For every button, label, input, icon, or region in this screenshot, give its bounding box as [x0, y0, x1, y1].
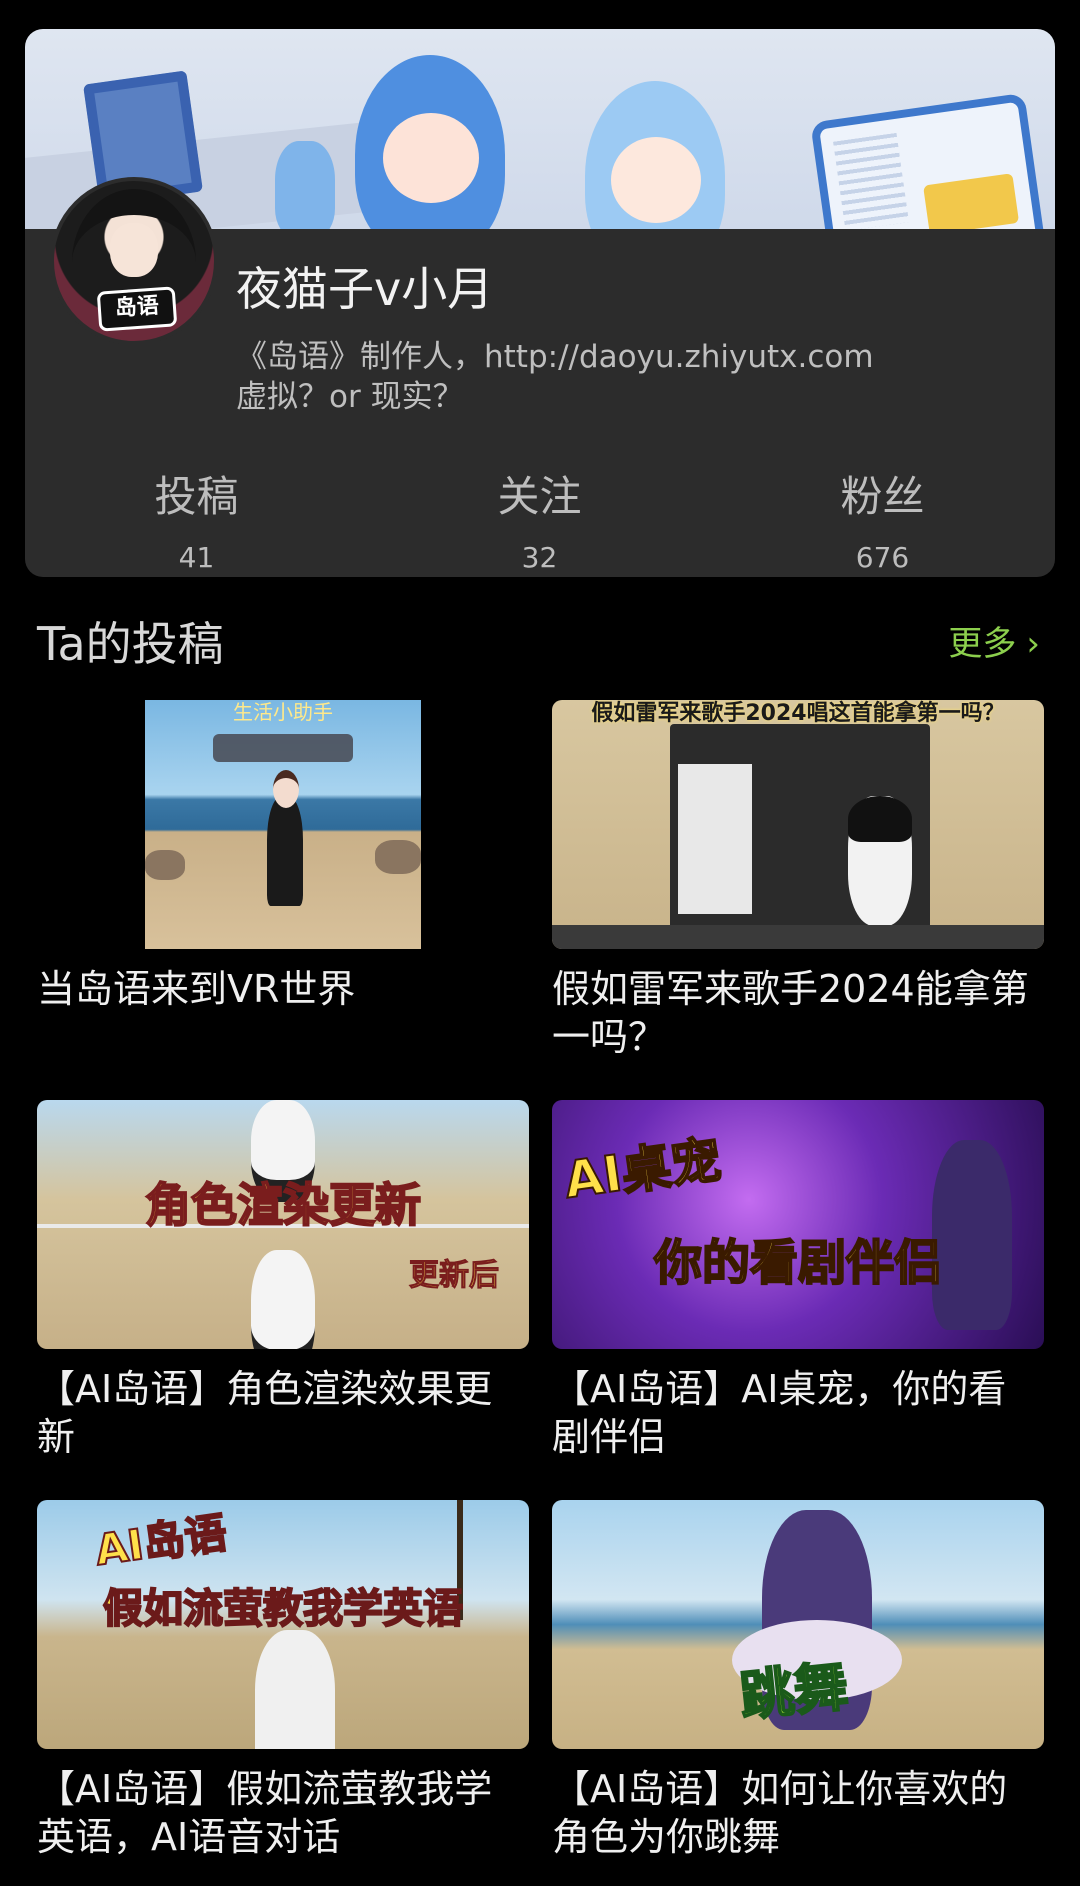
bio-line: 虚拟？or 现实？	[236, 379, 464, 415]
thumb-caption: AI岛语	[91, 1507, 231, 1576]
firefly-character	[255, 1630, 335, 1749]
stat-label: 粉丝	[840, 472, 925, 521]
video-thumbnail[interactable]: 角色渲染更新 更新后	[37, 1100, 529, 1349]
vr-beach-scene: 生活小助手	[145, 700, 421, 949]
video-thumbnail[interactable]: 假如雷军来歌手2024唱这首能拿第一吗？	[552, 700, 1044, 949]
video-card[interactable]: 生活小助手 当岛语来到VR世界	[37, 700, 529, 1013]
banner-chibi-character	[275, 141, 335, 229]
chevron-right-icon: ›	[1026, 624, 1040, 664]
stat-value: 676	[855, 541, 910, 574]
video-card[interactable]: 角色渲染更新 更新后 【AI岛语】角色渲染效果更新	[37, 1100, 529, 1461]
video-title[interactable]: 假如雷军来歌手2024能拿第一吗？	[552, 965, 1044, 1061]
vr-panel	[213, 734, 353, 762]
thumb-caption: 角色渲染更新	[144, 1177, 422, 1233]
stat-label: 关注	[497, 472, 582, 521]
banner-character-left	[355, 55, 505, 229]
stat-following[interactable]: 关注 32	[368, 472, 711, 574]
video-card[interactable]: 假如雷军来歌手2024唱这首能拿第一吗？ 假如雷军来歌手2024能拿第一吗？	[552, 700, 1044, 1061]
bio: 《岛语》制作人，http://daoyu.zhiyutx.com 虚拟？or 现…	[236, 337, 1036, 417]
thumb-caption: 生活小助手	[233, 700, 333, 724]
cat-character	[848, 796, 912, 926]
thumb-caption: 跳舞	[736, 1654, 852, 1730]
stat-value: 32	[521, 541, 558, 574]
video-thumbnail[interactable]: AI岛语 假如流萤教我学英语	[37, 1500, 529, 1749]
character-after	[251, 1250, 315, 1349]
video-thumbnail[interactable]: 跳舞	[552, 1500, 1044, 1749]
video-card[interactable]: 跳舞 【AI岛语】如何让你喜欢的角色为你跳舞	[552, 1500, 1044, 1861]
video-card[interactable]: AI桌宠 你的看剧伴侣 【AI岛语】AI桌宠，你的看剧伴侣	[552, 1100, 1044, 1461]
stat-label: 投稿	[154, 472, 239, 521]
bio-line: 《岛语》制作人，http://daoyu.zhiyutx.com	[236, 339, 874, 375]
banner-character-right	[585, 81, 725, 229]
more-link[interactable]: 更多 ›	[948, 622, 1040, 666]
avatar[interactable]: 岛语	[50, 177, 218, 345]
more-label: 更多	[948, 624, 1017, 664]
section-title: Ta的投稿	[37, 617, 224, 671]
thumb-subcaption: 假如流萤教我学英语	[102, 1585, 464, 1633]
video-thumbnail[interactable]: 生活小助手	[37, 700, 529, 949]
banner-phone-illustration	[810, 92, 1046, 229]
video-card[interactable]: AI岛语 假如流萤教我学英语 【AI岛语】假如流萤教我学英语，AI语音对话	[37, 1500, 529, 1861]
video-title[interactable]: 当岛语来到VR世界	[37, 965, 529, 1013]
stat-followers[interactable]: 粉丝 676	[711, 472, 1054, 574]
thumb-subcaption: 你的看剧伴侣	[653, 1234, 943, 1292]
video-title[interactable]: 【AI岛语】假如流萤教我学英语，AI语音对话	[37, 1765, 529, 1861]
stat-posts[interactable]: 投稿 41	[25, 472, 368, 574]
stats-row: 投稿 41 关注 32 粉丝 676	[25, 472, 1055, 574]
thumb-caption: AI桌宠	[560, 1129, 726, 1210]
avatar-badge: 岛语	[96, 286, 178, 332]
thumb-caption: 假如雷军来歌手2024唱这首能拿第一吗？	[591, 701, 1005, 726]
video-title[interactable]: 【AI岛语】如何让你喜欢的角色为你跳舞	[552, 1765, 1044, 1861]
video-title[interactable]: 【AI岛语】AI桌宠，你的看剧伴侣	[552, 1365, 1044, 1461]
video-thumbnail[interactable]: AI桌宠 你的看剧伴侣	[552, 1100, 1044, 1349]
thumb-subcaption: 更新后	[409, 1258, 500, 1294]
profile-card: 岛语 夜猫子v小月 《岛语》制作人，http://daoyu.zhiyutx.c…	[25, 29, 1055, 577]
video-title[interactable]: 【AI岛语】角色渲染效果更新	[37, 1365, 529, 1461]
thumb-input-bar	[552, 925, 1044, 949]
vr-character	[267, 770, 303, 906]
stat-value: 41	[178, 541, 215, 574]
username: 夜猫子v小月	[236, 262, 494, 316]
